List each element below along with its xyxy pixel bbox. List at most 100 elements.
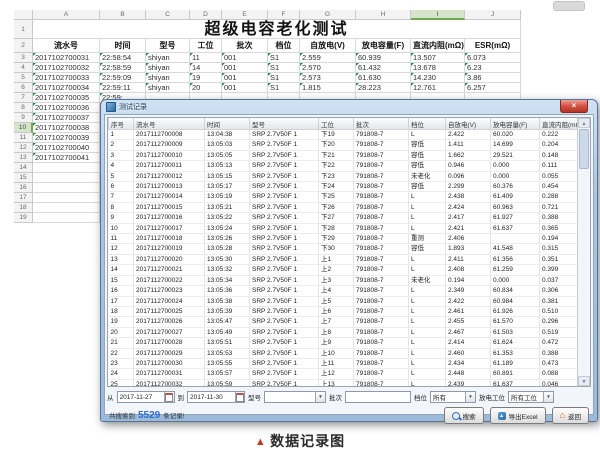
records-row[interactable]: 2201711270000913:05:03SRP 2.7V50F 1下2079… [109,140,592,150]
scroll-up-icon[interactable]: ▲ [578,118,590,128]
sheet-cell[interactable]: 3.86 [465,73,521,83]
sheet-cell[interactable]: 2017102700036 [33,103,100,113]
row-header-16[interactable]: 16 [14,183,33,193]
row-header-1[interactable]: 1 [14,20,33,39]
row-header-4[interactable]: 4 [14,63,33,73]
sheet-cell[interactable]: 11 [190,53,222,63]
to-calendar-button[interactable] [235,392,244,402]
sheet-cell[interactable]: 22:59:11 [100,83,146,93]
sheet-cell[interactable]: 2017102700032 [33,63,100,73]
scroll-down-icon[interactable]: ▼ [578,376,590,386]
sheet-cell[interactable]: 60.939 [356,53,411,63]
records-row[interactable]: 18201711270002513:05:39SRP 2.7V50F 1上679… [109,306,592,316]
records-row[interactable]: 12201711270001913:05:28SRP 2.7V50F 1下307… [109,244,592,254]
row-header-5[interactable]: 5 [14,73,33,83]
sheet-cell[interactable]: 22:58:59 [100,63,146,73]
sheet-cell[interactable]: 14 [190,63,222,73]
model-combobox[interactable]: ▼ [264,391,326,403]
row-header-12[interactable]: 12 [14,143,33,153]
column-header-E[interactable]: E [222,10,268,20]
row-header-13[interactable]: 13 [14,153,33,163]
column-header-D[interactable]: D [190,10,222,20]
close-button[interactable]: × [560,100,588,113]
records-row[interactable]: 10201711270001713:05:24SRP 2.7V50F 1下287… [109,223,592,233]
sheet-cell[interactable]: shiyan [146,83,190,93]
records-row[interactable]: 22201711270002913:05:53SRP 2.7V50F 1上107… [109,348,592,358]
sheet-cell[interactable] [33,213,100,223]
records-row[interactable]: 17201711270002413:05:38SRP 2.7V50F 1上579… [109,296,592,306]
sheet-cell[interactable]: 14.230 [411,73,465,83]
column-header-C[interactable]: C [146,10,190,20]
sheet-cell[interactable]: 2.570 [300,63,356,73]
sheet-cell[interactable]: 6.073 [465,53,521,63]
row-header-11[interactable]: 11 [14,133,33,143]
to-date-field[interactable] [187,391,245,403]
records-row[interactable]: 4201711270001113:05:13SRP 2.7V50F 1下2279… [109,161,592,171]
row-header-7[interactable]: 7 [14,93,33,103]
sheet-cell[interactable]: 2017102700031 [33,53,100,63]
chevron-down-icon[interactable]: ▼ [465,392,475,402]
records-row[interactable]: 13201711270002013:05:30SRP 2.7V50F 1上179… [109,254,592,264]
to-date-input[interactable] [188,392,235,402]
sheet-cell[interactable]: 001 [222,63,268,73]
sheet-cell[interactable]: shiyan [146,53,190,63]
batch-input[interactable] [346,392,410,402]
sheet-cell[interactable]: 2017102700038 [33,123,100,133]
sheet-cell[interactable] [33,203,100,213]
dialog-titlebar[interactable]: 测试记录 × [104,100,594,114]
records-row[interactable]: 25201711270003213:05:59SRP 2.7V50F 1上137… [109,379,592,387]
sheet-cell[interactable]: 2017102700041 [33,153,100,163]
sheet-cell[interactable]: S1 [268,53,300,63]
from-calendar-button[interactable] [164,392,173,402]
records-row[interactable]: 15201711270002213:05:34SRP 2.7V50F 1上379… [109,275,592,285]
sheet-cell[interactable]: 6.257 [465,83,521,93]
row-header-19[interactable]: 19 [14,213,33,223]
sheet-cell[interactable]: 12.761 [411,83,465,93]
records-row[interactable]: 11201711270001813:05:26SRP 2.7V50F 1下297… [109,234,592,244]
chevron-down-icon[interactable]: ▼ [315,392,325,402]
vertical-scrollbar[interactable]: ▲ ▼ [577,118,590,386]
records-row[interactable]: 3201711270001013:05:05SRP 2.7V50F 1下2179… [109,150,592,160]
column-header-G[interactable]: G [300,10,356,20]
sheet-cell[interactable]: 13.507 [411,53,465,63]
row-header-15[interactable]: 15 [14,173,33,183]
row-header-3[interactable]: 3 [14,53,33,63]
records-row[interactable]: 24201711270003113:05:57SRP 2.7V50F 1上127… [109,369,592,379]
sheet-cell[interactable]: 22:58:54 [100,53,146,63]
row-header-10[interactable]: 10 [14,123,33,133]
sheet-cell[interactable]: 61.630 [356,73,411,83]
sheet-cell[interactable]: 1.815 [300,83,356,93]
sheet-cell[interactable]: 2017102700035 [33,93,100,103]
search-button[interactable]: 搜索 [444,407,484,424]
sheet-cell[interactable]: 19 [190,73,222,83]
sheet-cell[interactable]: 6.23 [465,63,521,73]
back-button[interactable]: ⌂ 返回 [552,407,589,424]
sheet-cell[interactable]: S1 [268,83,300,93]
from-date-input[interactable] [118,392,165,402]
sheet-cell[interactable]: 2017102700033 [33,73,100,83]
sheet-cell[interactable]: 2017102700039 [33,133,100,143]
records-row[interactable]: 14201711270002113:05:32SRP 2.7V50F 1上279… [109,265,592,275]
row-header-9[interactable]: 9 [14,113,33,123]
records-row[interactable]: 19201711270002613:05:47SRP 2.7V50F 1上779… [109,317,592,327]
row-header-18[interactable]: 18 [14,203,33,213]
row-header-2[interactable]: 2 [14,39,33,53]
records-row[interactable]: 9201711270001613:05:22SRP 2.7V50F 1下2779… [109,213,592,223]
sheet-cell[interactable] [33,193,100,203]
column-header-J[interactable]: J [465,10,521,20]
records-row[interactable]: 21201711270002813:05:51SRP 2.7V50F 1上979… [109,338,592,348]
sheet-cell[interactable]: 2017102700040 [33,143,100,153]
records-row[interactable]: 8201711270001513:05:21SRP 2.7V50F 1下2679… [109,202,592,212]
sheet-cell[interactable] [33,183,100,193]
sheet-cell[interactable]: 001 [222,83,268,93]
records-row[interactable]: 20201711270002713:05:49SRP 2.7V50F 1上879… [109,327,592,337]
sheet-cell[interactable]: S1 [268,73,300,83]
row-header-6[interactable]: 6 [14,83,33,93]
records-row[interactable]: 7201711270001413:05:19SRP 2.7V50F 1下2579… [109,192,592,202]
sheet-cell[interactable]: 61.432 [356,63,411,73]
sheet-cell[interactable]: 20 [190,83,222,93]
sheet-select-all-corner[interactable] [14,10,33,20]
sheet-cell[interactable]: 28.223 [356,83,411,93]
sheet-cell[interactable]: 001 [222,53,268,63]
records-row[interactable]: 5201711270001213:05:15SRP 2.7V50F 1下2379… [109,171,592,181]
